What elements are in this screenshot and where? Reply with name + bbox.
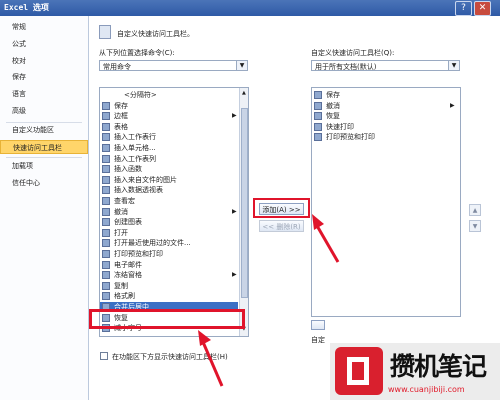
arrow-to-selected-command — [198, 330, 224, 387]
watermark-text: 攒机笔记 — [390, 352, 487, 381]
arrow-to-add-button — [312, 214, 340, 263]
watermark-url: www.cuanjibiji.com — [388, 385, 465, 394]
excel-options-dialog: Excel 选项 ? ✕ 常规 公式 校对 保存 语言 高级 自定义功能区 快速… — [0, 0, 500, 400]
watermark-logo-icon — [335, 347, 383, 395]
annotation-arrows — [198, 214, 340, 387]
